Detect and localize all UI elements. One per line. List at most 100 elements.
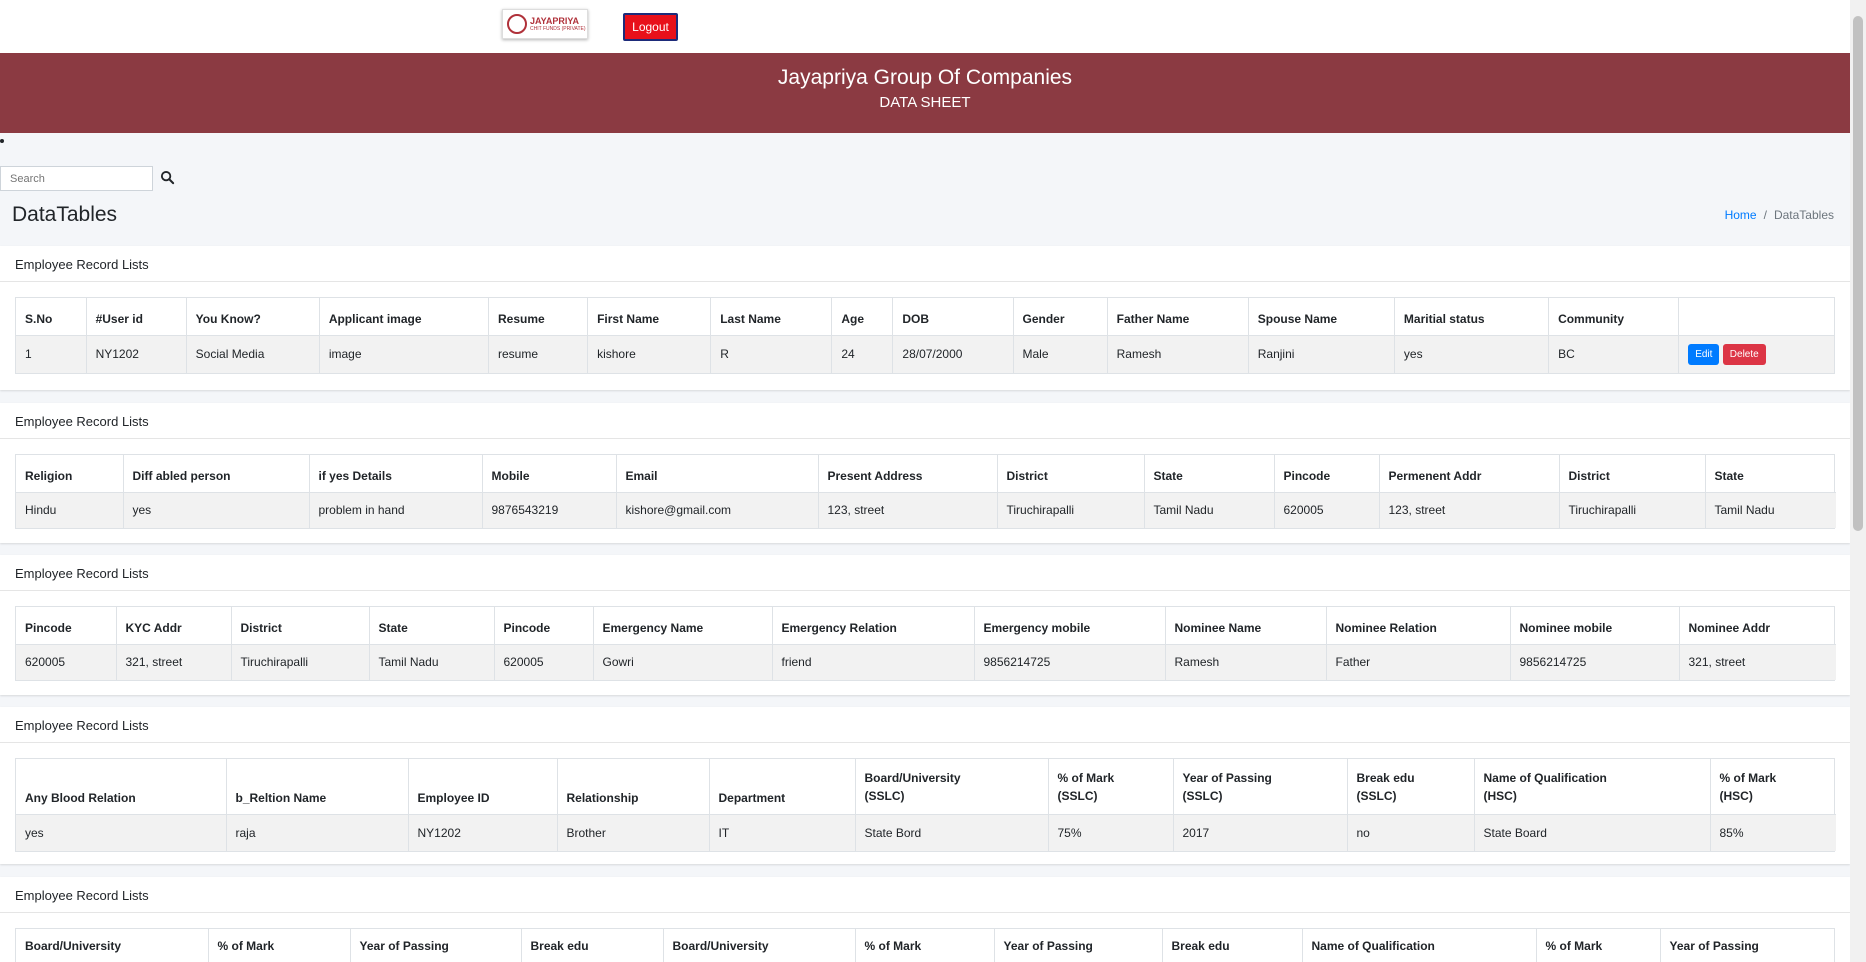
employee-record-card: Employee Record Lists Religion Diff able… (0, 403, 1850, 543)
employee-record-card: Employee Record Lists Board/University %… (0, 877, 1850, 962)
breadcrumb-current: DataTables (1773, 208, 1834, 222)
column-header (1678, 298, 1834, 336)
table-cell: 620005 (16, 644, 117, 680)
employee-record-card: Employee Record Lists Any Blood Relation… (0, 707, 1850, 864)
table-cell: IT (709, 814, 856, 851)
table-cell: Ramesh (1107, 335, 1249, 373)
bullet-dot (0, 139, 4, 143)
column-header: % of Mark (855, 929, 995, 962)
search-input[interactable] (0, 166, 153, 191)
card-title: Employee Record Lists (0, 403, 1850, 439)
column-header: Name of Qualification (1302, 929, 1537, 962)
table-row: Hindu yes problem in hand 9876543219 kis… (16, 492, 1836, 528)
column-header: % of Mark (HSC) (1710, 759, 1836, 815)
column-header: Year of Passing (350, 929, 522, 962)
column-header: State (369, 607, 495, 645)
table-cell: 123, street (1379, 492, 1560, 528)
top-bar: JAYAPRIYA CHIT FUNDS (PRIVATE) Logout (0, 0, 1850, 53)
column-header: Gender (1013, 298, 1108, 336)
table-cell: raja (226, 814, 409, 851)
table-row: yes raja NY1202 Brother IT State Bord 75… (16, 814, 1836, 851)
table-cell: kishore (587, 335, 712, 373)
logout-button[interactable]: Logout (623, 13, 678, 41)
actions-cell: Edit Delete (1678, 335, 1834, 373)
page-title: DataTables (12, 203, 118, 226)
table-cell: 85% (1710, 814, 1836, 851)
table-cell: 9856214725 (1510, 644, 1680, 680)
column-header: Mobile (482, 455, 617, 493)
card-title: Employee Record Lists (0, 877, 1850, 913)
edit-button[interactable]: Edit (1688, 343, 1720, 365)
table-row: 1 NY1202 Social Media image resume kisho… (16, 335, 1834, 373)
scrollbar-thumb[interactable] (1853, 16, 1863, 531)
banner: Jayapriya Group Of Companies DATA SHEET (0, 53, 1850, 133)
breadcrumb-home-link[interactable]: Home (1725, 208, 1757, 222)
table-cell: Tiruchirapalli (231, 644, 370, 680)
card-title: Employee Record Lists (0, 246, 1850, 282)
delete-button[interactable]: Delete (1722, 343, 1766, 365)
column-header: Year of Passing (SSLC) (1173, 759, 1348, 815)
table-cell: 9856214725 (974, 644, 1166, 680)
table-cell: Tiruchirapalli (1559, 492, 1706, 528)
employee-table: Any Blood Relation b_Reltion Name Employ… (15, 758, 1836, 852)
logo-text: JAYAPRIYA (530, 16, 580, 26)
vertical-scrollbar[interactable] (1850, 0, 1866, 962)
column-header: Father Name (1107, 298, 1249, 336)
column-header: Year of Passing (994, 929, 1163, 962)
card-title: Employee Record Lists (0, 555, 1850, 591)
employee-table: Religion Diff abled person if yes Detail… (15, 454, 1836, 529)
table-cell: Tamil Nadu (369, 644, 495, 680)
table-cell: yes (1394, 335, 1550, 373)
column-header: Emergency Name (593, 607, 773, 645)
column-header: % of Mark (SSLC) (1048, 759, 1174, 815)
column-header: Year of Passing (1660, 929, 1836, 962)
column-header: Pincode (1274, 455, 1380, 493)
column-header: Resume (488, 298, 589, 336)
table-cell: 620005 (1274, 492, 1380, 528)
column-header: Nominee Relation (1326, 607, 1511, 645)
table-cell: State Bord (855, 814, 1049, 851)
card-title: Employee Record Lists (0, 707, 1850, 743)
breadcrumb: Home / DataTables (1725, 208, 1834, 222)
column-header: Present Address (818, 455, 998, 493)
table-cell: BC (1548, 335, 1680, 373)
column-header: Pincode (494, 607, 594, 645)
column-header: Age (831, 298, 894, 336)
table-cell: Tamil Nadu (1144, 492, 1275, 528)
column-header: Community (1548, 298, 1680, 336)
table-cell: Tamil Nadu (1705, 492, 1836, 528)
search-icon[interactable] (160, 170, 175, 185)
column-header: State (1705, 455, 1836, 493)
column-header: Break edu (1162, 929, 1303, 962)
column-header: First Name (587, 298, 712, 336)
table-cell: 2017 (1173, 814, 1348, 851)
table-cell: Gowri (593, 644, 773, 680)
table-cell: 28/07/2000 (892, 335, 1014, 373)
table-cell: Hindu (16, 492, 124, 528)
column-header: Applicant image (319, 298, 489, 336)
column-header: Board/University (16, 929, 209, 962)
company-logo[interactable]: JAYAPRIYA CHIT FUNDS (PRIVATE) (502, 9, 588, 39)
column-header: Department (709, 759, 856, 815)
table-cell: 123, street (818, 492, 998, 528)
table-cell: 321, street (1679, 644, 1836, 680)
table-cell: 321, street (116, 644, 232, 680)
banner-subtitle: DATA SHEET (879, 94, 971, 111)
table-cell: yes (16, 814, 227, 851)
employee-table: S.No #User id You Know? Applicant image … (15, 297, 1835, 374)
table-header-row: Any Blood Relation b_Reltion Name Employ… (16, 759, 1836, 815)
table-cell: R (710, 335, 833, 373)
column-header: Name of Qualification (HSC) (1474, 759, 1711, 815)
column-header: District (231, 607, 370, 645)
table-cell: 9876543219 (482, 492, 617, 528)
column-header: Nominee Addr (1679, 607, 1836, 645)
table-header-row: Board/University % of Mark Year of Passi… (16, 929, 1836, 962)
table-cell: NY1202 (408, 814, 558, 851)
column-header: Religion (16, 455, 124, 493)
table-cell: 1 (16, 335, 87, 373)
column-header: #User id (86, 298, 187, 336)
table-cell: Ranjini (1248, 335, 1395, 373)
table-header-row: Pincode KYC Addr District State Pincode … (16, 607, 1836, 645)
column-header: b_Reltion Name (226, 759, 409, 815)
column-header: Board/University (SSLC) (855, 759, 1049, 815)
